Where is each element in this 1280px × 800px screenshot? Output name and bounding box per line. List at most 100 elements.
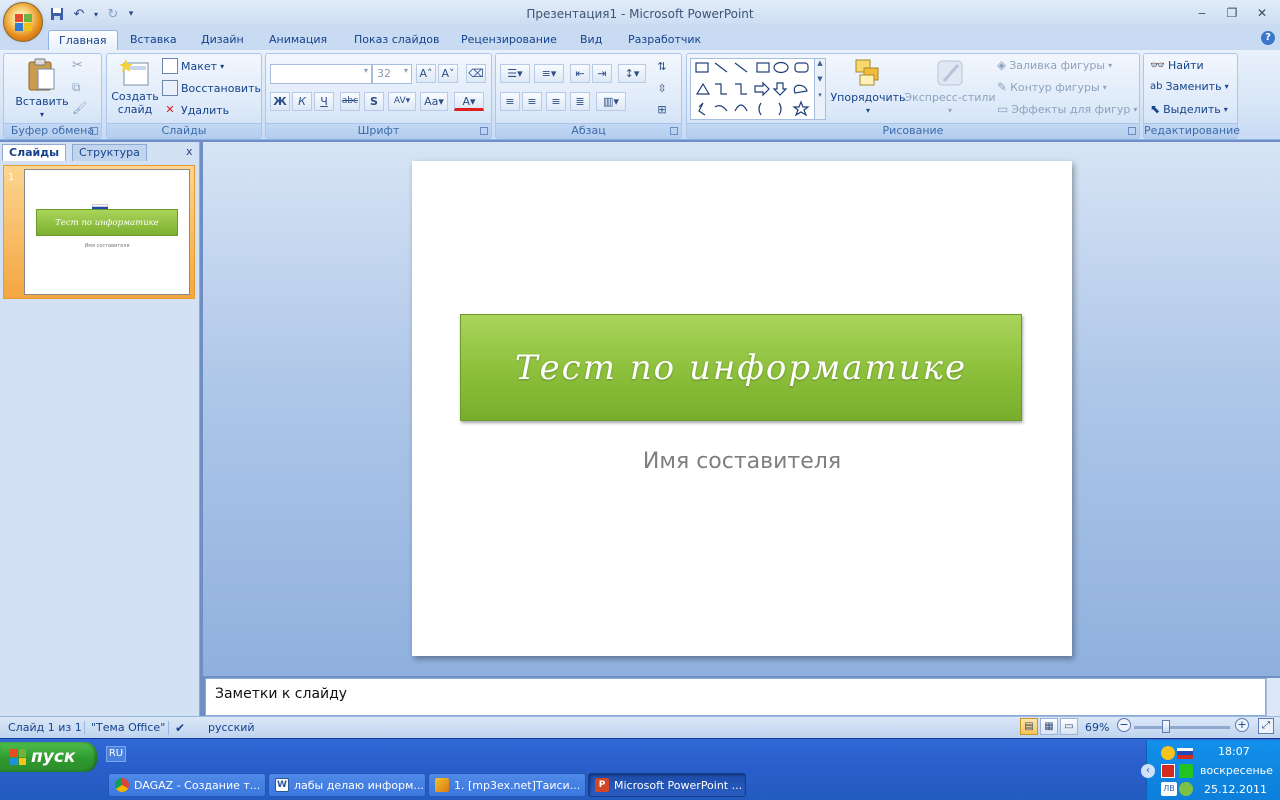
taskbar-item-winamp[interactable]: 1. [mp3ex.net]Таиси... [428, 773, 586, 797]
slide-title-box[interactable]: Тест по информатике [460, 314, 1022, 421]
numbering-icon[interactable]: ≡▾ [534, 64, 564, 83]
arrange-button[interactable]: Упорядочить ▾ [830, 57, 906, 115]
zoom-slider-thumb[interactable] [1162, 720, 1170, 733]
fit-to-window-icon[interactable]: ⤢ [1258, 718, 1274, 734]
gallery-scroll[interactable]: ▲ ▼ ▾ [814, 59, 825, 119]
justify-icon[interactable]: ≣ [570, 92, 590, 111]
close-icon[interactable]: x [186, 145, 193, 158]
notes-field[interactable]: Заметки к слайду [205, 678, 1266, 716]
tray-expand-icon[interactable]: ‹ [1141, 764, 1155, 778]
replace-button[interactable]: ab Заменить ▾ [1150, 80, 1229, 93]
clock-time[interactable]: 18:07 [1218, 745, 1250, 758]
character-spacing-icon[interactable]: AV▾ [388, 92, 416, 111]
bold-icon[interactable]: Ж [270, 92, 290, 111]
russian-flag-icon[interactable] [1177, 748, 1193, 759]
group-label: Рисование [687, 123, 1139, 138]
italic-icon[interactable]: К [292, 92, 312, 111]
dialog-launcher-icon[interactable] [1128, 127, 1136, 135]
language-indicator[interactable]: RU [106, 746, 126, 762]
group-label: Слайды [107, 123, 261, 138]
align-left-icon[interactable]: ≡ [500, 92, 520, 111]
slide-sorter-icon[interactable]: ▦ [1040, 718, 1058, 735]
select-label: Выделить [1163, 102, 1221, 116]
find-button[interactable]: 👓 Найти [1150, 58, 1204, 72]
office-button[interactable] [3, 2, 43, 42]
zoom-slider[interactable] [1134, 726, 1230, 729]
font-color-icon[interactable]: A▾ [454, 92, 484, 111]
tab-view[interactable]: Вид [570, 30, 612, 50]
slide-subtitle[interactable]: Имя составителя [412, 449, 1072, 474]
minimize-icon[interactable]: ‒ [1190, 4, 1214, 22]
close-icon[interactable]: ✕ [1250, 4, 1274, 22]
window-title: Презентация1 - Microsoft PowerPoint [526, 7, 754, 21]
dialog-launcher-icon[interactable] [670, 127, 678, 135]
strikethrough-icon[interactable]: abc [340, 92, 360, 111]
columns-icon[interactable]: ▥▾ [596, 92, 626, 111]
quick-styles-button[interactable]: Экспресс-стили ▾ [904, 57, 996, 115]
shape-fill-label: Заливка фигуры [1009, 58, 1106, 72]
dialog-launcher-icon[interactable] [90, 127, 98, 135]
font-size-combo[interactable]: 32 ▾ [372, 64, 412, 84]
line-spacing-icon[interactable]: ↕▾ [618, 64, 646, 83]
dialog-launcher-icon[interactable] [480, 127, 488, 135]
change-case-icon[interactable]: Aa▾ [420, 92, 448, 111]
delete-slide-button[interactable]: ✕ Удалить [162, 102, 229, 118]
slide-thumbnail[interactable]: Тест по информатике Имя составителя [24, 169, 190, 295]
copy-icon[interactable]: ⧉ [72, 80, 81, 95]
shape-effects-button[interactable]: ▭ Эффекты для фигур ▾ [997, 102, 1137, 116]
grow-font-icon[interactable]: A˄ [416, 64, 436, 83]
font-name-combo[interactable]: ▾ [270, 64, 372, 84]
text-direction-icon[interactable]: ⇅ [652, 58, 672, 77]
shape-fill-button[interactable]: ◈ Заливка фигуры ▾ [997, 58, 1112, 72]
delete-icon: ✕ [165, 103, 175, 116]
tab-slideshow[interactable]: Показ слайдов [344, 30, 450, 50]
decrease-indent-icon[interactable]: ⇤ [570, 64, 590, 83]
layout-button[interactable]: Макет ▾ [162, 58, 224, 74]
network-icon[interactable] [1179, 782, 1193, 796]
reset-button[interactable]: Восстановить [162, 80, 261, 96]
theme-name: "Тема Office" [84, 721, 165, 734]
tray-app-icon[interactable] [1161, 746, 1175, 760]
align-text-icon[interactable]: ⇳ [652, 80, 672, 99]
shrink-font-icon[interactable]: A˅ [438, 64, 458, 83]
underline-icon[interactable]: Ч [314, 92, 334, 111]
normal-view-icon[interactable]: ▤ [1020, 718, 1038, 735]
restore-icon[interactable]: ❐ [1220, 4, 1244, 22]
tab-developer[interactable]: Разработчик [618, 30, 711, 50]
select-button[interactable]: ⬉ Выделить ▾ [1150, 102, 1228, 116]
bullets-icon[interactable]: ☰▾ [500, 64, 530, 83]
zoom-level[interactable]: 69% [1085, 721, 1109, 734]
taskbar-item-powerpoint[interactable]: P Microsoft PowerPoint ... [588, 773, 746, 797]
tab-review[interactable]: Рецензирование [451, 30, 567, 50]
tab-home[interactable]: Главная [48, 30, 118, 50]
start-button[interactable]: пуск [0, 742, 97, 772]
tab-design[interactable]: Дизайн [191, 30, 254, 50]
paste-button[interactable]: Вставить ▾ [14, 57, 70, 119]
antivirus-icon[interactable] [1161, 764, 1175, 778]
help-icon[interactable]: ? [1261, 31, 1275, 45]
align-right-icon[interactable]: ≡ [546, 92, 566, 111]
status-green-icon[interactable] [1179, 764, 1193, 778]
format-painter-icon[interactable]: 🖌 [72, 101, 87, 115]
lb-icon[interactable]: ЛВ [1161, 782, 1177, 796]
shadow-icon[interactable]: S [364, 92, 384, 111]
tab-slides[interactable]: Слайды [2, 144, 67, 161]
slideshow-icon[interactable]: ▭ [1060, 718, 1078, 735]
shape-outline-button[interactable]: ✎ Контур фигуры ▾ [997, 80, 1107, 94]
tab-insert[interactable]: Вставка [120, 30, 187, 50]
smartart-icon[interactable]: ⊞ [652, 101, 672, 120]
increase-indent-icon[interactable]: ⇥ [592, 64, 612, 83]
spellcheck-icon[interactable]: ✔ [168, 721, 185, 735]
align-center-icon[interactable]: ≡ [522, 92, 542, 111]
zoom-out-icon[interactable]: − [1117, 718, 1131, 732]
tab-animation[interactable]: Анимация [259, 30, 337, 50]
tab-outline[interactable]: Структура [72, 144, 147, 161]
taskbar-item-word[interactable]: W лабы делаю информ... [268, 773, 426, 797]
clear-formatting-icon[interactable]: ⌫ [466, 64, 486, 83]
new-slide-button[interactable]: Создать слайд [110, 57, 160, 115]
cut-icon[interactable]: ✂ [72, 58, 83, 73]
notes-scrollbar[interactable] [1266, 678, 1280, 716]
zoom-in-icon[interactable]: + [1235, 718, 1249, 732]
shapes-gallery[interactable]: ▲ ▼ ▾ [690, 58, 826, 120]
taskbar-item-chrome[interactable]: DAGAZ - Создание т... [108, 773, 266, 797]
